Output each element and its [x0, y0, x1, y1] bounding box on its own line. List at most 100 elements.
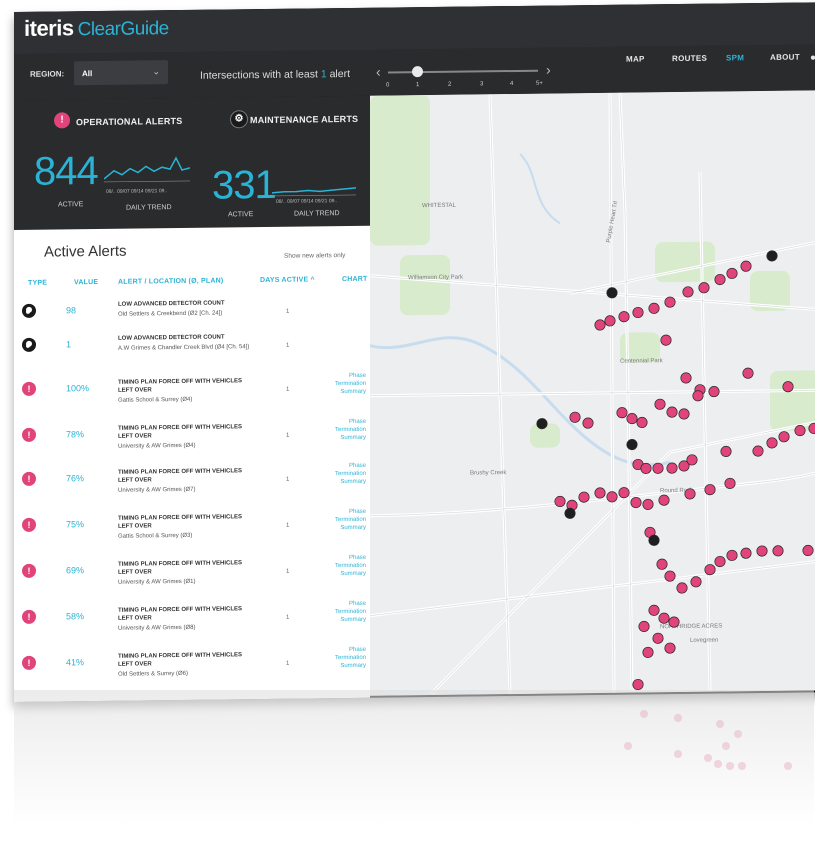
signal-marker[interactable] [692, 390, 704, 402]
phase-termination-chart-link[interactable]: Phase Termination Summary [320, 418, 366, 443]
signal-marker[interactable] [638, 620, 650, 632]
phase-termination-chart-link[interactable]: Phase Termination Summary [320, 554, 366, 579]
signal-marker[interactable] [802, 544, 814, 557]
signal-marker[interactable] [704, 484, 716, 496]
signal-marker[interactable] [594, 319, 606, 331]
signal-marker[interactable] [720, 445, 732, 458]
phase-termination-chart-link[interactable]: Phase Termination Summary [320, 462, 366, 487]
table-row[interactable]: 75% TIMING PLAN FORCE OFF WITH VEHICLES L… [14, 509, 370, 540]
signal-marker[interactable] [554, 495, 566, 507]
signal-marker[interactable] [626, 413, 638, 425]
signal-marker[interactable] [616, 407, 628, 419]
signal-marker[interactable] [772, 545, 784, 557]
table-row[interactable]: 58% TIMING PLAN FORCE OFF WITH VEHICLES L… [14, 601, 370, 632]
signal-marker[interactable] [654, 398, 666, 410]
signal-marker[interactable] [714, 555, 726, 568]
operational-active-count[interactable]: 844 [34, 149, 98, 195]
table-row[interactable]: 76% TIMING PLAN FORCE OFF WITH VEHICLES L… [14, 463, 370, 494]
chevron-right-icon[interactable]: › [546, 62, 551, 78]
map-canvas[interactable]: Purple Heart TrlWHITESTALWilliamson City… [370, 90, 815, 696]
signal-marker[interactable] [666, 406, 678, 418]
column-header-days-active[interactable]: DAYS ACTIVE ^ [260, 276, 315, 284]
signal-marker[interactable] [648, 604, 660, 616]
signal-marker[interactable] [594, 487, 606, 499]
signal-marker[interactable] [578, 491, 590, 503]
signal-marker[interactable] [752, 445, 764, 457]
signal-marker[interactable] [680, 372, 692, 384]
signal-marker[interactable] [682, 286, 694, 298]
signal-marker[interactable] [606, 287, 618, 299]
signal-marker[interactable] [666, 462, 678, 474]
signal-marker[interactable] [626, 439, 638, 451]
nav-map[interactable]: MAP [626, 54, 645, 63]
signal-marker[interactable] [676, 582, 688, 594]
signal-marker[interactable] [684, 488, 696, 500]
signal-marker[interactable] [658, 612, 670, 624]
signal-marker[interactable] [640, 462, 652, 474]
signal-marker[interactable] [660, 334, 672, 346]
nav-spm[interactable]: SPM [726, 53, 744, 62]
signal-marker[interactable] [664, 570, 676, 582]
column-header-value[interactable]: VALUE [74, 279, 98, 286]
signal-marker[interactable] [536, 418, 548, 430]
signal-marker[interactable] [642, 646, 654, 658]
signal-marker[interactable] [664, 642, 676, 654]
slider-thumb[interactable] [412, 66, 423, 78]
signal-marker[interactable] [704, 564, 716, 576]
signal-marker[interactable] [632, 306, 644, 319]
nav-about[interactable]: ABOUT [770, 53, 800, 62]
signal-marker[interactable] [756, 545, 768, 557]
signal-marker[interactable] [714, 273, 726, 286]
table-row[interactable]: 98 LOW ADVANCED DETECTOR COUNT Old Settler… [14, 298, 370, 318]
signal-marker[interactable] [642, 498, 654, 510]
table-row[interactable]: 78% TIMING PLAN FORCE OFF WITH VEHICLES L… [14, 419, 370, 450]
table-row[interactable]: 1 LOW ADVANCED DETECTOR COUNT A.W Grimes &… [14, 332, 370, 352]
slider-track[interactable] [388, 69, 538, 74]
signal-marker[interactable] [778, 431, 790, 443]
maintenance-active-count[interactable]: 331 [212, 163, 276, 209]
signal-marker[interactable] [636, 416, 648, 429]
signal-marker[interactable] [678, 408, 690, 420]
signal-marker[interactable] [726, 549, 738, 561]
region-select[interactable]: All ⌄ [74, 60, 168, 86]
signal-marker[interactable] [658, 494, 670, 506]
signal-marker[interactable] [618, 487, 630, 499]
signal-marker[interactable] [656, 558, 668, 570]
signal-marker[interactable] [648, 302, 660, 314]
alert-threshold-slider[interactable]: ‹ › 0 1 2 3 4 5+ [376, 61, 556, 93]
show-new-alerts-toggle[interactable]: Show new alerts only [284, 252, 345, 260]
column-header-chart[interactable]: CHART [342, 276, 368, 283]
table-row[interactable]: 100% TIMING PLAN FORCE OFF WITH VEHICLES … [14, 373, 370, 404]
signal-marker[interactable] [632, 678, 644, 691]
signal-marker[interactable] [794, 425, 806, 437]
signal-marker[interactable] [690, 576, 702, 588]
signal-marker[interactable] [652, 632, 664, 644]
map-view[interactable]: Purple Heart Trl WHITESTAL Williamson City… [370, 90, 815, 696]
signal-marker[interactable] [766, 437, 778, 449]
signal-marker[interactable] [564, 507, 576, 519]
phase-termination-chart-link[interactable]: Phase Termination Summary [320, 372, 366, 397]
signal-marker[interactable] [582, 417, 594, 429]
location-pin-icon[interactable]: ● [810, 52, 815, 63]
signal-marker[interactable] [782, 381, 794, 393]
signal-marker[interactable] [606, 491, 618, 503]
signal-marker[interactable] [648, 534, 660, 546]
signal-marker[interactable] [686, 454, 698, 466]
signal-marker[interactable] [630, 496, 642, 509]
signal-marker[interactable] [726, 267, 738, 279]
phase-termination-chart-link[interactable]: Phase Termination Summary [320, 600, 366, 625]
signal-marker[interactable] [664, 296, 676, 308]
signal-marker[interactable] [724, 477, 736, 489]
signal-marker[interactable] [604, 315, 616, 327]
column-header-type[interactable]: TYPE [28, 280, 47, 287]
app-logo[interactable]: iteris ClearGuide [24, 14, 169, 42]
nav-routes[interactable]: ROUTES [672, 54, 707, 63]
signal-marker[interactable] [569, 411, 581, 423]
table-row[interactable]: 41% TIMING PLAN FORCE OFF WITH VEHICLES L… [14, 647, 370, 678]
signal-marker[interactable] [652, 462, 664, 474]
signal-marker[interactable] [740, 547, 752, 559]
table-row[interactable]: 69% TIMING PLAN FORCE OFF WITH VEHICLES L… [14, 555, 370, 586]
column-header-alert-location[interactable]: ALERT / LOCATION (Ø, PLAN) [118, 277, 223, 285]
signal-marker[interactable] [668, 616, 680, 628]
signal-marker[interactable] [740, 260, 752, 272]
